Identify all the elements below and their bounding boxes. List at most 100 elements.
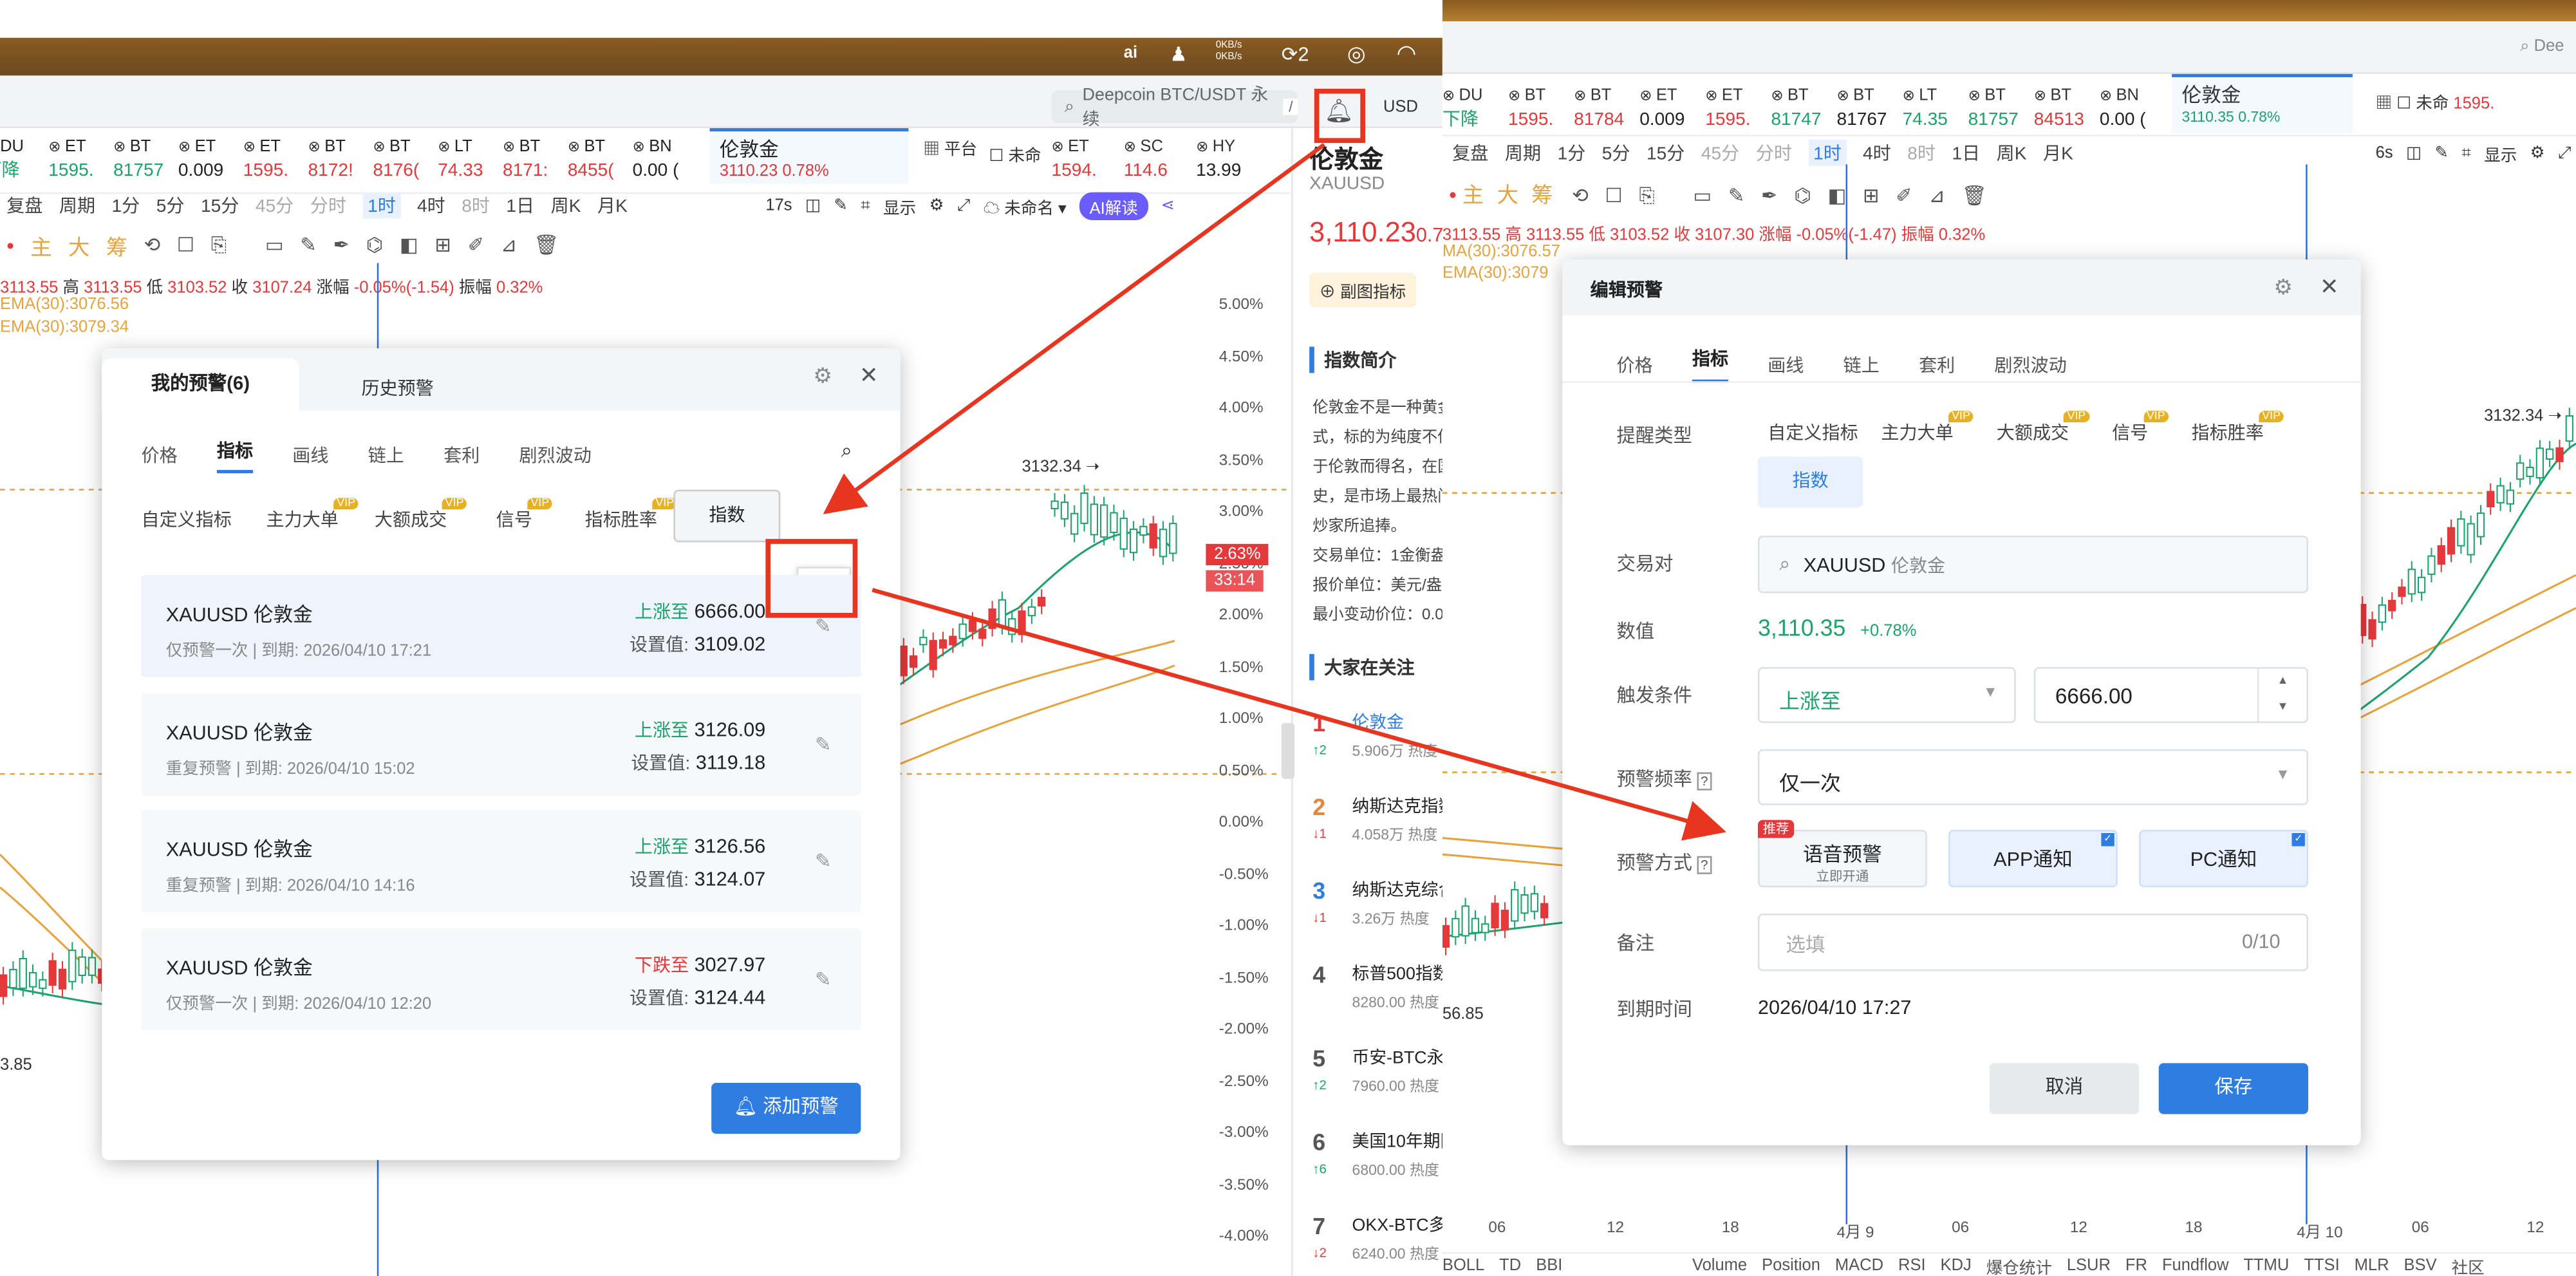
note-input[interactable]: 选填 0/10 — [1757, 914, 2308, 971]
hot-item[interactable]: 4 标普500指数 8280.00 热度 — [1309, 955, 1442, 1034]
settings-icon[interactable]: ⚙ — [2530, 144, 2545, 162]
type-4[interactable]: 指标胜率VIP — [585, 498, 678, 532]
fullscreen-icon[interactable]: ⤢ — [957, 196, 970, 214]
method-pc[interactable]: PC通知 ✓ — [2139, 829, 2308, 888]
hot-item[interactable]: 5 ↑2 币安-BTC永续 7960.00 热度 — [1309, 1038, 1442, 1118]
period-1[interactable]: 周期 — [59, 192, 95, 219]
status-icon-person[interactable]: ♟ — [1170, 42, 1187, 66]
unlock-toggle[interactable]: ☐ 未命 — [989, 141, 1041, 166]
hot-item[interactable]: 2 ↓1 纳斯达克指数 4.058万 热度 — [1309, 787, 1442, 867]
indicator-tab-5[interactable]: MACD — [1835, 1256, 1883, 1274]
indicator-tab-11[interactable]: Fundflow — [2162, 1256, 2229, 1274]
period-1[interactable]: 周期 — [1505, 140, 1541, 166]
pen-icon[interactable]: ✎ — [2435, 144, 2449, 162]
dialog-type-4[interactable]: 指标胜率VIP — [2191, 411, 2284, 446]
side-collapse-handle[interactable] — [1281, 723, 1295, 779]
dialog-tab-1[interactable]: 指标 — [1692, 345, 1729, 383]
alert-card[interactable]: XAUUSD 伦敦金 仅预警一次 | 到期: 2026/04/10 12:20 下跌… — [141, 927, 861, 1030]
cancel-button[interactable]: 取消 — [1989, 1063, 2140, 1114]
pen-icon[interactable]: ✎ — [834, 196, 847, 214]
hot-item[interactable]: 3 ↓1 纳斯达克综合 3.26万 热度 — [1309, 871, 1442, 950]
wechat-icon[interactable]: ◎ — [1347, 41, 1366, 68]
subtab-4[interactable]: 套利 — [443, 442, 480, 469]
method-voice[interactable]: 语音预警 立即开通 — [1757, 829, 1927, 888]
indicator-tab-14[interactable]: MLR — [2355, 1256, 2389, 1274]
right-active-ticker[interactable]: 伦敦金 3110.35 0.78% — [2172, 73, 2353, 133]
dialog-type-1[interactable]: 主力大单VIP — [1881, 411, 1974, 446]
indicator-tab-15[interactable]: BSV — [2404, 1256, 2437, 1274]
crop-icon[interactable]: ⌗ — [861, 196, 870, 214]
indicator-tab-13[interactable]: TTSI — [2304, 1256, 2339, 1274]
period-2[interactable]: 1分 — [112, 192, 140, 219]
tab-my-alerts[interactable]: 我的预警(6) — [102, 358, 299, 411]
edit-icon[interactable]: ✎ — [815, 850, 835, 873]
indicator-tab-16[interactable]: 社区 — [2452, 1253, 2485, 1276]
cloud-unnamed[interactable]: ☁ 未命名 ▾ — [984, 193, 1067, 218]
alert-card[interactable]: XAUUSD 伦敦金 重复预警 | 到期: 2026/04/10 15:02 上涨至… — [141, 692, 861, 795]
indicator-tab-9[interactable]: LSUR — [2067, 1256, 2111, 1274]
dialog-type-0[interactable]: 自定义指标 — [1768, 419, 1858, 446]
period-8[interactable]: 4时 — [417, 192, 445, 219]
period-8[interactable]: 4时 — [1863, 140, 1891, 166]
sub-indicator-button[interactable]: ⊕ 副图指标 — [1309, 272, 1416, 308]
global-search[interactable]: ⌕ Deepcoin BTC/USDT 永续 / — [1051, 86, 1298, 130]
indicator-tab-10[interactable]: FR — [2125, 1256, 2147, 1274]
type-1[interactable]: 主力大单VIP — [266, 498, 359, 532]
period-2[interactable]: 1分 — [1558, 140, 1586, 166]
subtab-0[interactable]: 价格 — [141, 442, 177, 469]
alert-card[interactable]: XAUUSD 伦敦金 重复预警 | 到期: 2026/04/10 14:16 上涨至… — [141, 810, 861, 912]
settings-icon[interactable]: ⚙ — [929, 196, 944, 214]
period-12[interactable]: 月K — [597, 192, 628, 219]
notif-icon[interactable]: ⟳2 — [1282, 42, 1309, 66]
currency-select[interactable]: USD — [1383, 99, 1418, 117]
platform-toggle[interactable]: ▦ 平台 — [923, 141, 977, 161]
period-9[interactable]: 8时 — [1907, 140, 1936, 166]
save-button[interactable]: 保存 — [2158, 1063, 2308, 1114]
dialog-tab-2[interactable]: 画线 — [1768, 351, 1804, 377]
type-selected-index[interactable]: 指数 — [1757, 456, 1863, 508]
type-2[interactable]: 大额成交VIP — [375, 498, 467, 532]
dialog-tab-0[interactable]: 价格 — [1616, 351, 1652, 377]
show-button[interactable]: 显示 — [883, 193, 916, 218]
period-5[interactable]: 45分 — [1701, 140, 1739, 166]
period-0[interactable]: 复盘 — [1452, 140, 1488, 166]
search-icon[interactable]: ⌕ — [841, 438, 852, 463]
subtab-3[interactable]: 链上 — [368, 442, 404, 469]
period-9[interactable]: 8时 — [462, 192, 490, 219]
indicator-tab-7[interactable]: KDJ — [1941, 1256, 1972, 1274]
period-0[interactable]: 复盘 — [6, 192, 42, 219]
close-icon[interactable]: ✕ — [859, 362, 879, 389]
period-3[interactable]: 5分 — [1602, 140, 1630, 166]
wifi-icon[interactable]: ◠ — [1396, 39, 1416, 67]
dialog-tab-5[interactable]: 剧烈波动 — [1994, 351, 2066, 377]
period-6[interactable]: 分时 — [1756, 140, 1792, 166]
freq-select[interactable]: 仅一次 ▼ — [1757, 749, 2308, 805]
crop-icon[interactable]: ⌗ — [2461, 144, 2470, 162]
period-6[interactable]: 分时 — [310, 192, 346, 219]
alert-card[interactable]: XAUUSD 伦敦金 仅预警一次 | 到期: 2026/04/10 17:21 上涨… — [141, 575, 861, 677]
pair-input[interactable]: ⌕ XAUUSD 伦敦金 — [1757, 536, 2308, 594]
stepper[interactable]: ▲ ▼ — [2257, 668, 2307, 722]
period-10[interactable]: 1日 — [506, 192, 534, 219]
hot-item[interactable]: 1 ↑2 伦敦金 5.906万 热度 — [1309, 703, 1442, 782]
period-4[interactable]: 15分 — [201, 192, 239, 219]
share-icon[interactable]: ⋖ — [1161, 196, 1175, 214]
tool-icons[interactable]: ⟲☐⎘ ▭✎✒⌬◧⊞✐⊿🗑︎ — [144, 232, 575, 257]
tool-da[interactable]: 大 — [68, 229, 89, 260]
fullscreen-icon[interactable]: ⤢ — [2558, 144, 2571, 162]
tab-history-alerts[interactable]: 历史预警 — [362, 375, 434, 401]
period-11[interactable]: 周K — [551, 192, 581, 219]
period-7[interactable]: 1时 — [1808, 139, 1847, 166]
type-5[interactable]: 指数 — [673, 489, 781, 543]
indicator-tab-2[interactable]: BBI — [1536, 1256, 1562, 1274]
close-icon[interactable]: ✕ — [2320, 273, 2339, 301]
period-12[interactable]: 月K — [2043, 140, 2073, 166]
type-3[interactable]: 信号VIP — [496, 498, 553, 532]
subtab-1[interactable]: 指标 — [216, 437, 254, 474]
right-unlock[interactable]: ▦ ☐ 未命 1595. — [2376, 89, 2495, 113]
tool-chou[interactable]: 筹 — [106, 229, 127, 260]
add-alert-button[interactable]: 🔔︎ 添加预警 — [711, 1082, 861, 1134]
hot-item[interactable]: 6 ↑6 美国10年期国 6800.00 热度 — [1309, 1122, 1442, 1201]
indicator-tab-8[interactable]: 爆仓统计 — [1986, 1253, 2052, 1276]
period-4[interactable]: 15分 — [1647, 140, 1685, 166]
